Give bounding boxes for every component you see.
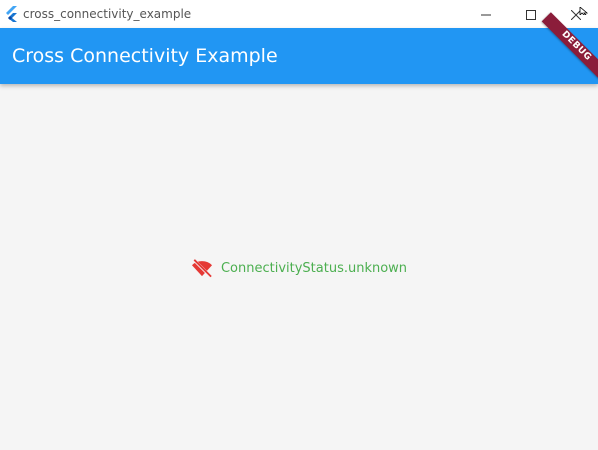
connectivity-status: ConnectivityStatus.unknown — [0, 257, 598, 279]
main-content: ConnectivityStatus.unknown — [0, 84, 598, 450]
flutter-logo-icon — [5, 6, 19, 22]
window-title: cross_connectivity_example — [23, 7, 192, 21]
minimize-icon — [481, 5, 491, 24]
minimize-button[interactable] — [463, 0, 509, 28]
app-bar-title: Cross Connectivity Example — [12, 45, 278, 67]
app-window: cross_connectivity_example Cross Connect… — [0, 0, 598, 450]
maximize-icon — [526, 5, 536, 24]
window-titlebar[interactable]: cross_connectivity_example — [0, 0, 598, 28]
connectivity-status-text: ConnectivityStatus.unknown — [220, 260, 408, 276]
app-bar: Cross Connectivity Example — [0, 28, 598, 84]
mouse-cursor-icon — [578, 0, 590, 16]
wifi-off-icon — [191, 257, 215, 279]
